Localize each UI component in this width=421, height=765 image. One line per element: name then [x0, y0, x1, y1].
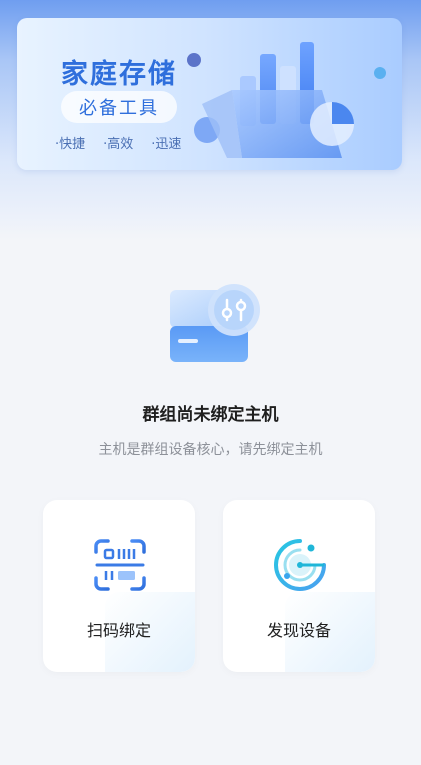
banner-features: ·快捷 ·高效 ·迅速 — [55, 133, 181, 152]
scan-bind-label: 扫码绑定 — [86, 621, 151, 640]
empty-state-title: 群组尚未绑定主机 — [142, 405, 279, 425]
promo-banner[interactable]: 家庭存储 必备工具 ·快捷 ·高效 ·迅速 — [17, 18, 402, 170]
storage-illustration-icon — [187, 42, 386, 158]
feature-fast: ·快捷 — [55, 137, 86, 152]
scan-bind-button[interactable]: 扫码绑定 — [43, 500, 195, 672]
empty-state-subtitle: 主机是群组设备核心，请先绑定主机 — [98, 442, 323, 458]
discover-device-label: 发现设备 — [266, 621, 331, 640]
radar-icon — [274, 539, 326, 591]
banner-title: 家庭存储 — [61, 59, 177, 90]
banner-pill: 必备工具 — [61, 91, 177, 123]
discover-device-button[interactable]: 发现设备 — [223, 500, 375, 672]
qr-scan-icon — [94, 539, 146, 591]
feature-efficient: ·高效 — [103, 137, 134, 152]
unbound-host-icon — [170, 284, 260, 362]
